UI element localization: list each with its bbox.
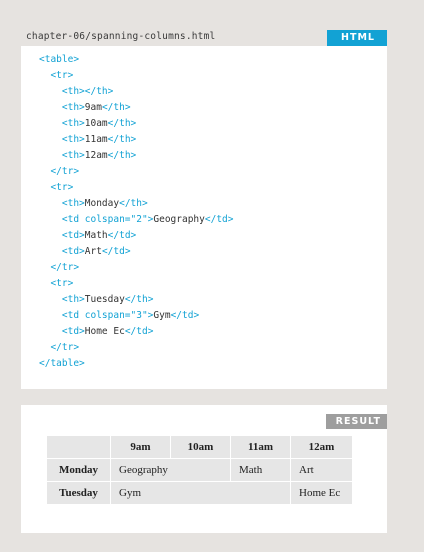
code-line: <th>Monday</th>	[39, 196, 233, 212]
table-header-cell: 9am	[110, 435, 171, 459]
code-line: <th>12am</th>	[39, 148, 233, 164]
code-tag: <th>	[39, 134, 85, 145]
row-header-cell: Tuesday	[46, 481, 111, 505]
code-tag: <td>	[39, 326, 85, 337]
html-badge: HTML	[327, 30, 387, 46]
code-tag: <table>	[39, 54, 80, 65]
table-cell: Math	[230, 458, 291, 482]
table-header-cell: 12am	[290, 435, 353, 459]
code-tag: </td>	[107, 230, 137, 241]
code-tag: <tr>	[39, 182, 74, 193]
code-tag: <td>	[39, 230, 85, 241]
code-text: 12am	[84, 150, 108, 161]
table-header-cell: 10am	[170, 435, 231, 459]
code-line: <table>	[39, 52, 233, 68]
code-line: <td colspan="2">Geography</td>	[39, 212, 234, 228]
file-path: chapter-06/spanning-columns.html	[26, 31, 216, 42]
table-cell: Home Ec	[290, 481, 353, 505]
code-line: <th>11am</th>	[39, 132, 233, 148]
code-text: Tuesday	[84, 294, 125, 305]
table-cell: Gym	[110, 481, 291, 505]
code-line: <td colspan="3">Gym</td>	[39, 308, 233, 324]
file-bar: chapter-06/spanning-columns.html HTML	[21, 30, 387, 46]
code-tag: </td>	[124, 326, 154, 337]
table-cell: Art	[290, 458, 353, 482]
code-tag: </tr>	[39, 166, 80, 177]
result-panel: RESULT 9am 10am 11am 12am Monday Geography Ma…	[21, 405, 387, 533]
code-line: <td>Math</td>	[39, 228, 233, 244]
code-tag: </th>	[107, 134, 137, 145]
code-tag: <tr>	[39, 278, 74, 289]
code-tag: </th>	[107, 150, 137, 161]
code-tag: <td colspan="3">	[39, 310, 154, 321]
code-tag: <th>	[39, 198, 85, 209]
code-tag: <th>	[39, 118, 85, 129]
code-line: <tr>	[39, 68, 233, 84]
code-tag: </th>	[119, 198, 148, 209]
table-header-row: 9am 10am 11am 12am	[46, 435, 353, 459]
code-tag: <td colspan="2">	[39, 214, 154, 225]
table-header-cell: 11am	[230, 435, 291, 459]
table-header-cell	[46, 435, 111, 459]
row-header-cell: Monday	[46, 458, 111, 482]
result-badge: RESULT	[325, 414, 387, 429]
code-text: Monday	[84, 198, 120, 209]
code-line: <td>Art</td>	[39, 244, 233, 260]
code-tag: </td>	[204, 214, 234, 225]
code-line: <tr>	[39, 276, 233, 292]
code-line: </tr>	[39, 340, 233, 356]
code-tag: </td>	[170, 310, 200, 321]
table-row: Monday Geography Math Art	[46, 458, 353, 482]
code-text: 10am	[84, 118, 108, 129]
code-text: Home Ec	[84, 326, 125, 337]
code-tag: </th>	[101, 102, 131, 113]
code-tag: <th>	[39, 150, 85, 161]
result-table: 9am 10am 11am 12am Monday Geography Math Art Tu…	[46, 435, 353, 505]
code-line: <tr>	[39, 180, 233, 196]
code-line: <td>Home Ec</td>	[39, 324, 233, 340]
code-tag: </td>	[101, 246, 131, 257]
code-text: 11am	[84, 134, 108, 145]
table-cell: Geography	[110, 458, 231, 482]
code-tag: </tr>	[39, 342, 80, 353]
code-text: 9am	[84, 102, 102, 113]
code-line: </table>	[39, 356, 233, 372]
code-line: <th>Tuesday</th>	[39, 292, 233, 308]
code-line: </tr>	[39, 260, 233, 276]
code-text: Geography	[153, 214, 205, 225]
code-tag: <td>	[39, 246, 85, 257]
code-tag: <th></th>	[39, 86, 114, 97]
code-text: Art	[84, 246, 102, 257]
code-panel: chapter-06/spanning-columns.html HTML <t…	[21, 30, 387, 389]
code-text: Gym	[153, 310, 171, 321]
code-tag: </tr>	[39, 262, 80, 273]
code-tag: </th>	[124, 294, 154, 305]
code-tag: </th>	[107, 118, 137, 129]
code-tag: <th>	[39, 294, 85, 305]
code-line: <th>9am</th>	[39, 100, 233, 116]
table-row: Tuesday Gym Home Ec	[46, 481, 353, 505]
code-line: </tr>	[39, 164, 233, 180]
code-tag: <tr>	[39, 70, 74, 81]
code-text: Math	[84, 230, 108, 241]
code-line: <th>10am</th>	[39, 116, 233, 132]
code-line: <th></th>	[39, 84, 233, 100]
code-tag: <th>	[39, 102, 85, 113]
code-block: <table> <tr> <th></th> <th>9am</th> <th>…	[39, 52, 233, 372]
code-tag: </table>	[39, 358, 85, 369]
